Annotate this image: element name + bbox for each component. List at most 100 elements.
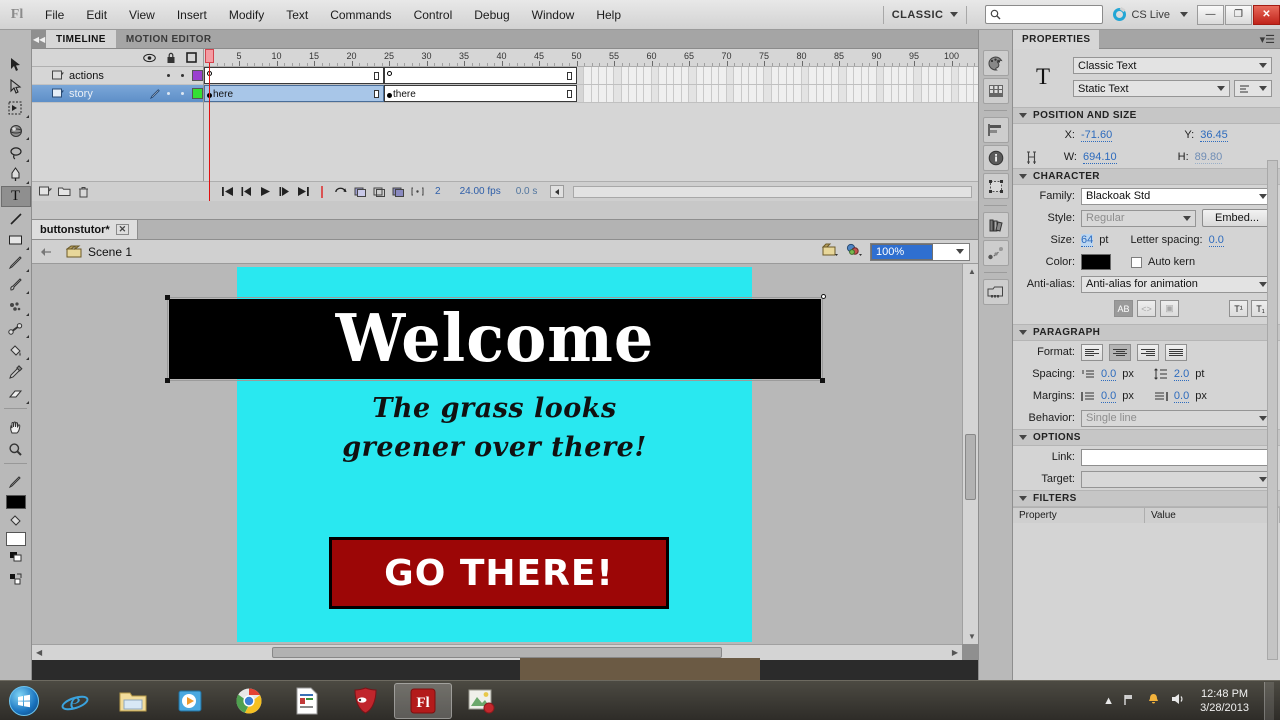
- frame-cell[interactable]: [696, 85, 704, 102]
- frame-cell[interactable]: [711, 67, 719, 84]
- breadcrumb[interactable]: Scene 1: [66, 245, 132, 259]
- body-text-block[interactable]: The grass looks greener over there!: [237, 389, 752, 467]
- frame-cell[interactable]: [764, 85, 772, 102]
- frame-row-story[interactable]: here there: [204, 85, 978, 103]
- frame-row-actions[interactable]: [204, 67, 978, 85]
- section-paragraph[interactable]: PARAGRAPH: [1013, 324, 1280, 341]
- minimize-button[interactable]: —: [1197, 4, 1224, 25]
- line-spacing-value[interactable]: 2.0: [1173, 368, 1190, 381]
- swap-colors-button[interactable]: [1, 568, 31, 589]
- frame-cell[interactable]: [719, 67, 727, 84]
- movie-explorer-panel-icon[interactable]: [982, 279, 1009, 305]
- layer-color-chip[interactable]: [192, 70, 203, 81]
- disclosure-triangle-icon[interactable]: [1019, 435, 1027, 440]
- frame-cell[interactable]: [681, 85, 689, 102]
- right-margin-value[interactable]: 0.0: [1173, 390, 1190, 403]
- menu-file[interactable]: File: [34, 0, 75, 30]
- tab-timeline[interactable]: TIMELINE: [46, 30, 116, 48]
- frame-cell[interactable]: [951, 67, 959, 84]
- frame-cell[interactable]: [809, 85, 817, 102]
- search-input[interactable]: [1001, 7, 1099, 22]
- frame-cell[interactable]: [966, 85, 974, 102]
- menu-insert[interactable]: Insert: [166, 0, 218, 30]
- taskbar-document-app[interactable]: [278, 683, 336, 719]
- onion-skin-icon[interactable]: [353, 185, 367, 198]
- layer-lock-dot[interactable]: [181, 92, 184, 95]
- frame-cell[interactable]: [756, 67, 764, 84]
- frame-cell[interactable]: [869, 85, 877, 102]
- letter-spacing-value[interactable]: 0.0: [1208, 234, 1224, 247]
- menu-edit[interactable]: Edit: [75, 0, 118, 30]
- frame-cell[interactable]: [786, 67, 794, 84]
- loop-playback-icon[interactable]: [334, 185, 348, 198]
- frame-cell[interactable]: [689, 85, 697, 102]
- fill-color-picker[interactable]: [1, 509, 31, 530]
- selection-tool[interactable]: [1, 54, 31, 75]
- frame-cell[interactable]: [591, 85, 599, 102]
- goto-last-frame-icon[interactable]: [296, 185, 310, 198]
- layer-toggles[interactable]: [167, 74, 184, 77]
- menu-view[interactable]: View: [118, 0, 166, 30]
- align-center-button[interactable]: [1109, 343, 1131, 361]
- timeline-frames[interactable]: 1510152025303540455055606570758085909510…: [204, 49, 978, 201]
- step-forward-icon[interactable]: [277, 185, 291, 198]
- disclosure-triangle-icon[interactable]: [1019, 330, 1027, 335]
- frame-cell[interactable]: [614, 67, 622, 84]
- frame-cell[interactable]: [756, 85, 764, 102]
- frame-span-actions[interactable]: [204, 67, 384, 84]
- frame-cell[interactable]: [621, 67, 629, 84]
- section-options[interactable]: OPTIONS: [1013, 429, 1280, 446]
- frame-cell[interactable]: [771, 85, 779, 102]
- bone-tool[interactable]: [1, 318, 31, 339]
- x-value[interactable]: -71.60: [1081, 129, 1113, 142]
- taskbar-internet-explorer[interactable]: e: [46, 683, 104, 719]
- layer-color-chip[interactable]: [192, 88, 203, 99]
- action-center-icon[interactable]: [1146, 692, 1161, 709]
- frame-cell[interactable]: [794, 67, 802, 84]
- menu-modify[interactable]: Modify: [218, 0, 275, 30]
- back-arrow-icon[interactable]: [40, 247, 52, 257]
- taskbar-google-chrome[interactable]: [220, 683, 278, 719]
- frame-cell[interactable]: [779, 85, 787, 102]
- frame-cell[interactable]: [929, 67, 937, 84]
- scroll-down-icon[interactable]: ▼: [968, 632, 976, 641]
- free-transform-tool[interactable]: [1, 98, 31, 119]
- target-select[interactable]: [1081, 470, 1272, 488]
- frame-cell[interactable]: [749, 85, 757, 102]
- menu-debug[interactable]: Debug: [463, 0, 520, 30]
- frame-span-story-2[interactable]: there: [384, 85, 577, 102]
- paint-bucket-tool[interactable]: [1, 340, 31, 361]
- scroll-up-icon[interactable]: ▲: [968, 267, 976, 276]
- volume-icon[interactable]: [1170, 692, 1185, 709]
- text-tool[interactable]: T: [0, 186, 31, 207]
- frame-cell[interactable]: [674, 85, 682, 102]
- stage-vertical-scrollbar[interactable]: ▲ ▼: [962, 264, 978, 644]
- frame-cell[interactable]: [921, 85, 929, 102]
- frame-cell[interactable]: [816, 85, 824, 102]
- frame-cell[interactable]: [884, 67, 892, 84]
- onion-skin-marker-icon[interactable]: [315, 185, 329, 198]
- frame-cell[interactable]: [726, 67, 734, 84]
- close-icon[interactable]: ✕: [115, 224, 130, 235]
- onion-skin-outlines-icon[interactable]: [372, 185, 386, 198]
- frame-cell[interactable]: [651, 85, 659, 102]
- frame-cell[interactable]: [801, 67, 809, 84]
- stage-area[interactable]: Welcome The grass looks greener over the…: [32, 264, 978, 660]
- stage-hscroll-thumb[interactable]: [272, 647, 722, 658]
- frame-cell[interactable]: [599, 67, 607, 84]
- show-hidden-icons-button[interactable]: ▲: [1103, 695, 1114, 707]
- zoom-tool[interactable]: [1, 439, 31, 460]
- keyframe-marker[interactable]: [387, 71, 392, 76]
- new-folder-icon[interactable]: [57, 185, 71, 198]
- playhead[interactable]: [205, 49, 214, 201]
- align-left-button[interactable]: [1081, 343, 1103, 361]
- layer-toggles[interactable]: [167, 92, 184, 95]
- frame-cell[interactable]: [749, 67, 757, 84]
- frame-cell[interactable]: [644, 67, 652, 84]
- frame-cell[interactable]: [651, 67, 659, 84]
- taskbar-clock[interactable]: 12:48 PM 3/28/2013: [1194, 687, 1255, 715]
- frame-cell[interactable]: [876, 85, 884, 102]
- frame-cell[interactable]: [846, 67, 854, 84]
- frame-cell[interactable]: [741, 67, 749, 84]
- stage-vscroll-thumb[interactable]: [965, 434, 976, 500]
